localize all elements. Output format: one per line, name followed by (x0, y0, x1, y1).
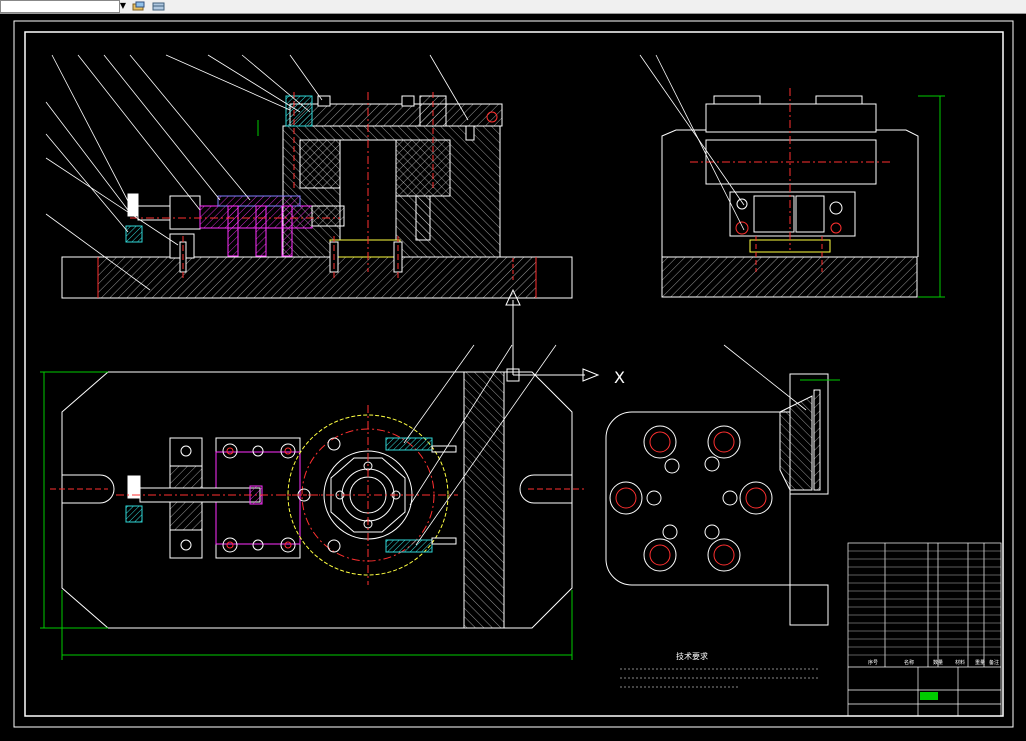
top-clamp-plate (289, 103, 503, 127)
cad-drawing-canvas[interactable]: X 技术要求 序号 名称 数量 材料 重量 备注 (0, 14, 1026, 741)
tech-requirements-note: 技术要求 (620, 651, 818, 688)
front-section-view (45, 54, 573, 299)
cad-toolbar: ▼ (0, 0, 1026, 14)
svg-text:重量: 重量 (975, 659, 985, 666)
drawing-inner-frame (24, 31, 1004, 717)
svg-text:数量: 数量 (933, 659, 943, 666)
title-block (847, 542, 1002, 717)
tech-req-title: 技术要求 (676, 651, 708, 661)
svg-text:序号: 序号 (868, 659, 878, 666)
clamp-slide (169, 195, 201, 230)
side-view (639, 54, 945, 298)
layer-properties-icon[interactable] (152, 1, 166, 11)
x-axis-label: X (614, 368, 625, 387)
svg-text:名称: 名称 (904, 659, 914, 666)
svg-text:备注: 备注 (989, 659, 999, 666)
layer-combo[interactable] (0, 0, 120, 13)
title-block-header: 序号 名称 数量 材料 重量 备注 (868, 659, 999, 666)
layer-state-icon[interactable] (132, 1, 146, 11)
svg-text:材料: 材料 (955, 659, 965, 666)
detail-view (605, 344, 840, 626)
top-view (40, 344, 584, 660)
chevron-down-icon[interactable]: ▼ (118, 0, 128, 12)
ucs-icon (505, 288, 600, 382)
base-plate (61, 256, 573, 299)
